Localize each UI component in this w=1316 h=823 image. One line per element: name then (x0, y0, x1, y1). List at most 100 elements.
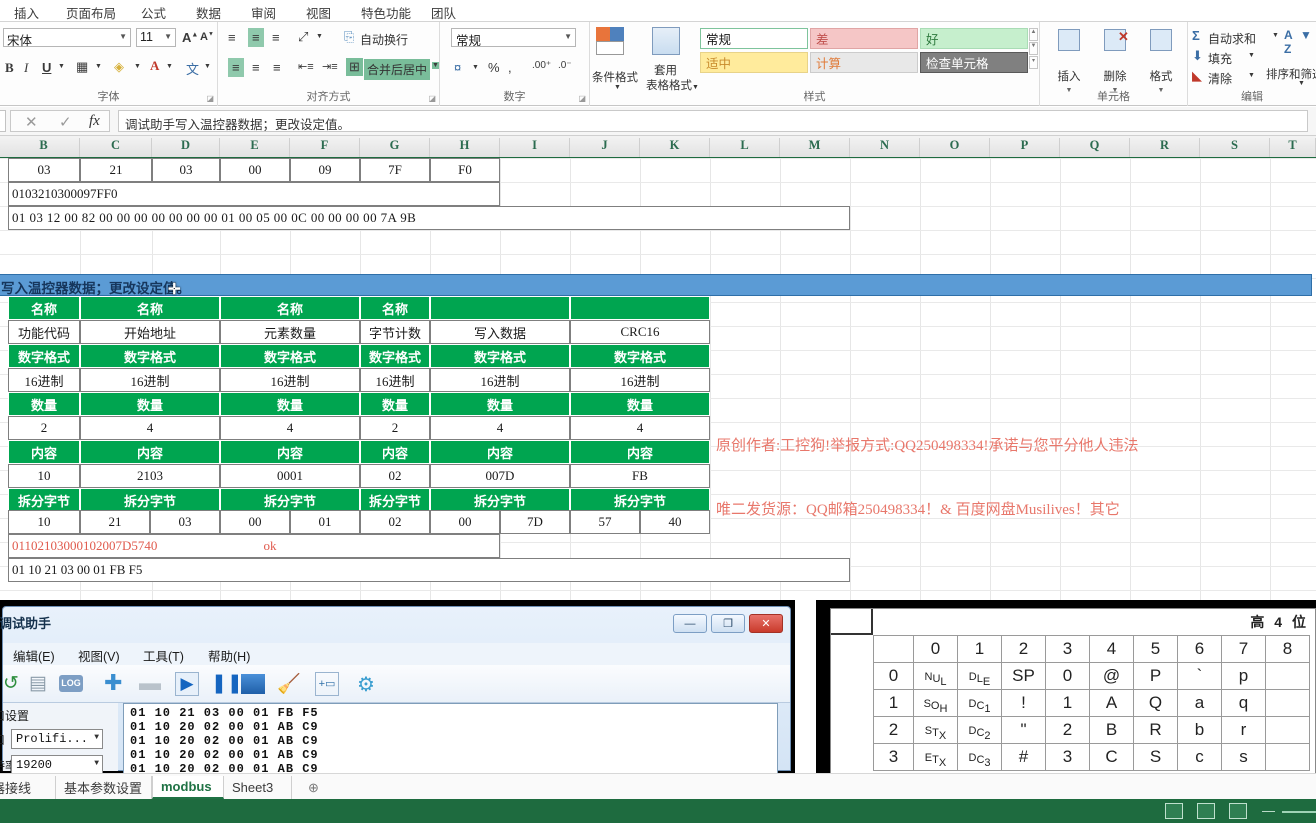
sort-filter-label[interactable]: 排序和筛选 (1266, 66, 1316, 82)
serial-menu-item-0[interactable]: 编辑(E) (13, 646, 55, 665)
column-header-I[interactable]: I (500, 138, 570, 157)
concat-string-cell[interactable]: 0103210300097FF0 (8, 182, 500, 206)
table-cell-row_content_label-5[interactable]: 内容 (570, 440, 710, 464)
merge-center-icon[interactable]: ⊞ (346, 58, 363, 76)
table-cell-row_content_label-2[interactable]: 内容 (220, 440, 360, 464)
orientation-icon[interactable]: ⤢ (298, 29, 308, 45)
page-layout-icon[interactable] (1197, 803, 1215, 819)
fill-color-icon[interactable]: ◈ (114, 59, 124, 75)
column-header-O[interactable]: O (920, 138, 990, 157)
hex-cell-2[interactable]: 03 (152, 158, 220, 182)
normal-view-icon[interactable] (1165, 803, 1183, 819)
chevron-down-icon[interactable]: ▼ (1272, 32, 1279, 39)
column-header-R[interactable]: R (1130, 138, 1200, 157)
ascii-table-window[interactable]: 高 4 位 0 1 2 3 4 5 6 7 8 0 NUL DLE SP 0 @ P ` p 1 SOH DC1! 1 A Q… (816, 600, 1316, 800)
cancel-formula-icon[interactable]: ✕ (25, 113, 38, 131)
hex-cell-0[interactable]: 03 (8, 158, 80, 182)
currency-icon[interactable]: ¤ (454, 60, 461, 75)
ribbon-tab-2[interactable]: 公式 (135, 1, 172, 24)
table-cell-row_split_label-2[interactable]: 拆分字节 (220, 488, 360, 512)
shrink-font-icon[interactable]: A▼ (200, 31, 214, 43)
page-break-icon[interactable] (1229, 803, 1247, 819)
font-name-combo[interactable]: 宋体 ▼ (3, 28, 131, 48)
selected-row-banner[interactable]: 写入温控器数据；更改设定值。 (0, 274, 1312, 296)
font-color-icon[interactable]: A (150, 58, 159, 74)
style-cell-good[interactable]: 好 (920, 28, 1028, 49)
table-cell-row_qty_label-2[interactable]: 数量 (220, 392, 360, 416)
eraser-icon[interactable]: ◣ (1192, 68, 1202, 84)
table-cell-row_fields-5[interactable]: CRC16 (570, 320, 710, 344)
ribbon-tab-0[interactable]: 插入 (8, 1, 45, 24)
table-cell-row_content_label-4[interactable]: 内容 (430, 440, 570, 464)
table-cell-row_qty-0[interactable]: 2 (8, 416, 80, 440)
column-header-S[interactable]: S (1200, 138, 1270, 157)
formula-input[interactable]: 调试助手写入温控器数据；更改设定值。 (118, 110, 1308, 132)
hex-cell-3[interactable]: 00 (220, 158, 290, 182)
column-header-K[interactable]: K (640, 138, 710, 157)
style-cell-check[interactable]: 检查单元格 (920, 52, 1028, 73)
table-cell-row_split_bytes-9[interactable]: 40 (640, 510, 710, 534)
table-cell-row_split_bytes-1[interactable]: 21 (80, 510, 150, 534)
column-header-C[interactable]: C (80, 138, 152, 157)
table-cell-row_split_bytes-5[interactable]: 02 (360, 510, 430, 534)
serial-maximize-button[interactable]: ❐ (711, 614, 745, 633)
hex-cell-6[interactable]: F0 (430, 158, 500, 182)
style-gallery-up-button[interactable]: ▲ (1029, 28, 1038, 41)
column-header-B[interactable]: B (8, 138, 80, 157)
fill-label[interactable]: 填充 (1208, 50, 1232, 67)
table-cell-row_hexlabel-3[interactable]: 16进制 (360, 368, 430, 392)
serial-minimize-button[interactable]: — (673, 614, 707, 633)
table-cell-row_split_bytes-4[interactable]: 01 (290, 510, 360, 534)
table-cell-row_qty_label-4[interactable]: 数量 (430, 392, 570, 416)
italic-button[interactable]: I (24, 60, 28, 76)
style-cell-calculation[interactable]: 计算 (810, 52, 918, 73)
add-icon[interactable]: ✚ (104, 672, 128, 696)
start-icon[interactable]: ▶ (175, 672, 199, 696)
table-format-label-1[interactable]: 套用 (654, 62, 677, 78)
column-header-M[interactable]: M (780, 138, 850, 157)
align-top-icon[interactable]: ≡ (228, 30, 236, 45)
table-cell-row_split_bytes-8[interactable]: 57 (570, 510, 640, 534)
sort-filter-icon[interactable]: AZ (1284, 28, 1293, 56)
chevron-down-icon[interactable]: ▼ (95, 63, 102, 70)
name-box[interactable] (0, 110, 6, 132)
table-cell-row_name-3[interactable]: 名称 (360, 296, 430, 320)
add-sheet-button[interactable]: ⊕ (300, 776, 330, 799)
table-cell-row_content-4[interactable]: 007D (430, 464, 570, 488)
align-left-icon[interactable]: ≡ (228, 58, 244, 77)
chevron-down-icon[interactable]: ▼ (1248, 72, 1255, 79)
sheet-tab-基本参数设置[interactable]: 基本参数设置 (56, 776, 152, 799)
table-cell-row_qty-2[interactable]: 4 (220, 416, 360, 440)
phonetic-guide-icon[interactable]: 文 (186, 59, 199, 78)
save-icon[interactable]: ▤ (29, 672, 53, 696)
merge-center-label[interactable]: 合并后居中 (364, 59, 431, 80)
increase-decimal-icon[interactable]: .00⁺ (532, 60, 551, 71)
style-cell-bad[interactable]: 差 (810, 28, 918, 49)
conditional-format-label[interactable]: 条件格式 (592, 69, 638, 85)
table-cell-row_split_bytes-2[interactable]: 03 (150, 510, 220, 534)
port-combo[interactable]: Prolifi... ▼ (11, 729, 103, 749)
sheet-tab-modbus[interactable]: modbus (152, 776, 224, 799)
column-header-Q[interactable]: Q (1060, 138, 1130, 157)
table-cell-row_numfmt-4[interactable]: 数字格式 (430, 344, 570, 368)
insert-cells-button[interactable]: 插入 ▼ (1046, 27, 1092, 95)
table-cell-row_numfmt-1[interactable]: 数字格式 (80, 344, 220, 368)
clear-label[interactable]: 清除 (1208, 70, 1232, 87)
ribbon-tab-4[interactable]: 审阅 (245, 1, 282, 24)
chevron-down-icon[interactable]: ▼ (432, 62, 439, 69)
baud-combo[interactable]: 19200 ▼ (11, 755, 103, 775)
chevron-down-icon[interactable]: ▼ (472, 64, 479, 71)
ribbon-tab-1[interactable]: 页面布局 (60, 1, 122, 24)
confirm-formula-icon[interactable]: ✓ (59, 113, 72, 131)
pause-icon[interactable]: ❚❚ (211, 672, 243, 696)
table-cell-row_fields-2[interactable]: 元素数量 (220, 320, 360, 344)
serial-debug-window[interactable]: 串口调试助手 — ❐ ✕ 编辑(E) 视图(V) 工具(T) 帮助(H) ↺ ▤ LO… (0, 600, 795, 775)
chevron-down-icon[interactable]: ▼ (58, 63, 65, 70)
sigma-icon[interactable]: Σ (1192, 28, 1200, 43)
table-cell-row_content-5[interactable]: FB (570, 464, 710, 488)
style-gallery-down-button[interactable]: ▼ (1029, 42, 1038, 55)
table-cell-row_name-1[interactable]: 名称 (80, 296, 220, 320)
zoom-out-button[interactable]: — (1262, 803, 1275, 818)
hex-cell-5[interactable]: 7F (360, 158, 430, 182)
chevron-down-icon[interactable]: ▼ (94, 759, 99, 768)
